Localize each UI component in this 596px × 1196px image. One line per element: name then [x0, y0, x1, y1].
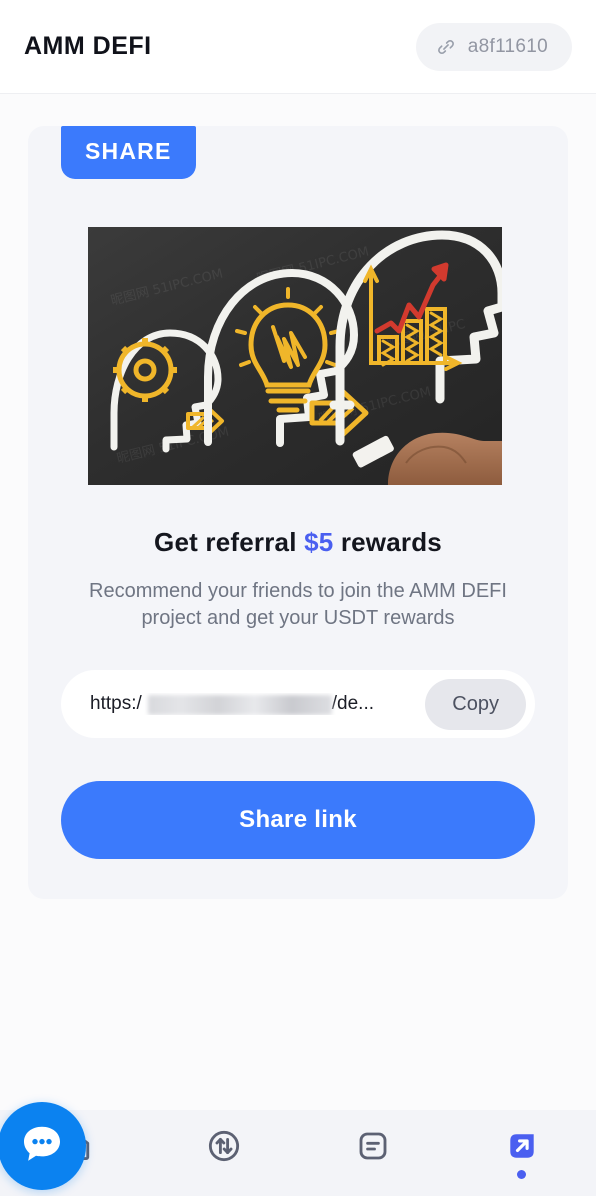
page-title: AMM DEFI — [24, 32, 152, 60]
main-content: SHARE 昵图网 51IPC.COM 昵图网 51IPC.COM 昵图网 51… — [0, 94, 596, 1196]
link-chain-icon — [436, 37, 456, 57]
copy-button[interactable]: Copy — [425, 678, 526, 730]
share-link-button[interactable]: Share link — [61, 781, 535, 860]
app-header: AMM DEFI a8f11610 — [0, 0, 596, 94]
tab-orders[interactable] — [298, 1110, 447, 1196]
swap-circle-icon — [206, 1128, 242, 1164]
headline-suffix: rewards — [333, 527, 442, 557]
chalkboard-illustration: 昵图网 51IPC.COM 昵图网 51IPC.COM 昵图网 51IPC.CO… — [88, 227, 502, 485]
referral-link-redaction — [148, 695, 332, 716]
share-arrow-icon — [504, 1128, 540, 1164]
hero-image-wrap: 昵图网 51IPC.COM 昵图网 51IPC.COM 昵图网 51IPC.CO… — [28, 126, 568, 485]
bottom-tab-bar — [0, 1102, 596, 1196]
headline: Get referral $5 rewards — [28, 527, 568, 558]
tab-swap[interactable] — [149, 1110, 298, 1196]
tab-share[interactable] — [447, 1110, 596, 1196]
chat-bubble-icon — [18, 1120, 66, 1173]
referral-link-prefix: https:/ — [90, 693, 142, 715]
wallet-address-chip[interactable]: a8f11610 — [415, 22, 572, 71]
app-screen: AMM DEFI a8f11610 SHARE 昵图网 51IPC.COM 昵图… — [0, 0, 596, 1196]
tab-active-dot-share — [517, 1169, 526, 1179]
headline-prefix: Get referral — [154, 527, 305, 557]
chat-support-fab[interactable] — [0, 1102, 86, 1190]
referral-link-input[interactable]: https://de... — [90, 693, 425, 716]
referral-link-row[interactable]: https://de... Copy — [61, 670, 535, 739]
share-badge: SHARE — [61, 126, 196, 179]
referral-card: SHARE 昵图网 51IPC.COM 昵图网 51IPC.COM 昵图网 51… — [28, 126, 568, 900]
wallet-address-text: a8f11610 — [467, 35, 548, 57]
headline-reward-amount: $5 — [304, 527, 334, 557]
document-lines-icon — [355, 1128, 391, 1164]
referral-description: Recommend your friends to join the AMM D… — [89, 580, 507, 630]
